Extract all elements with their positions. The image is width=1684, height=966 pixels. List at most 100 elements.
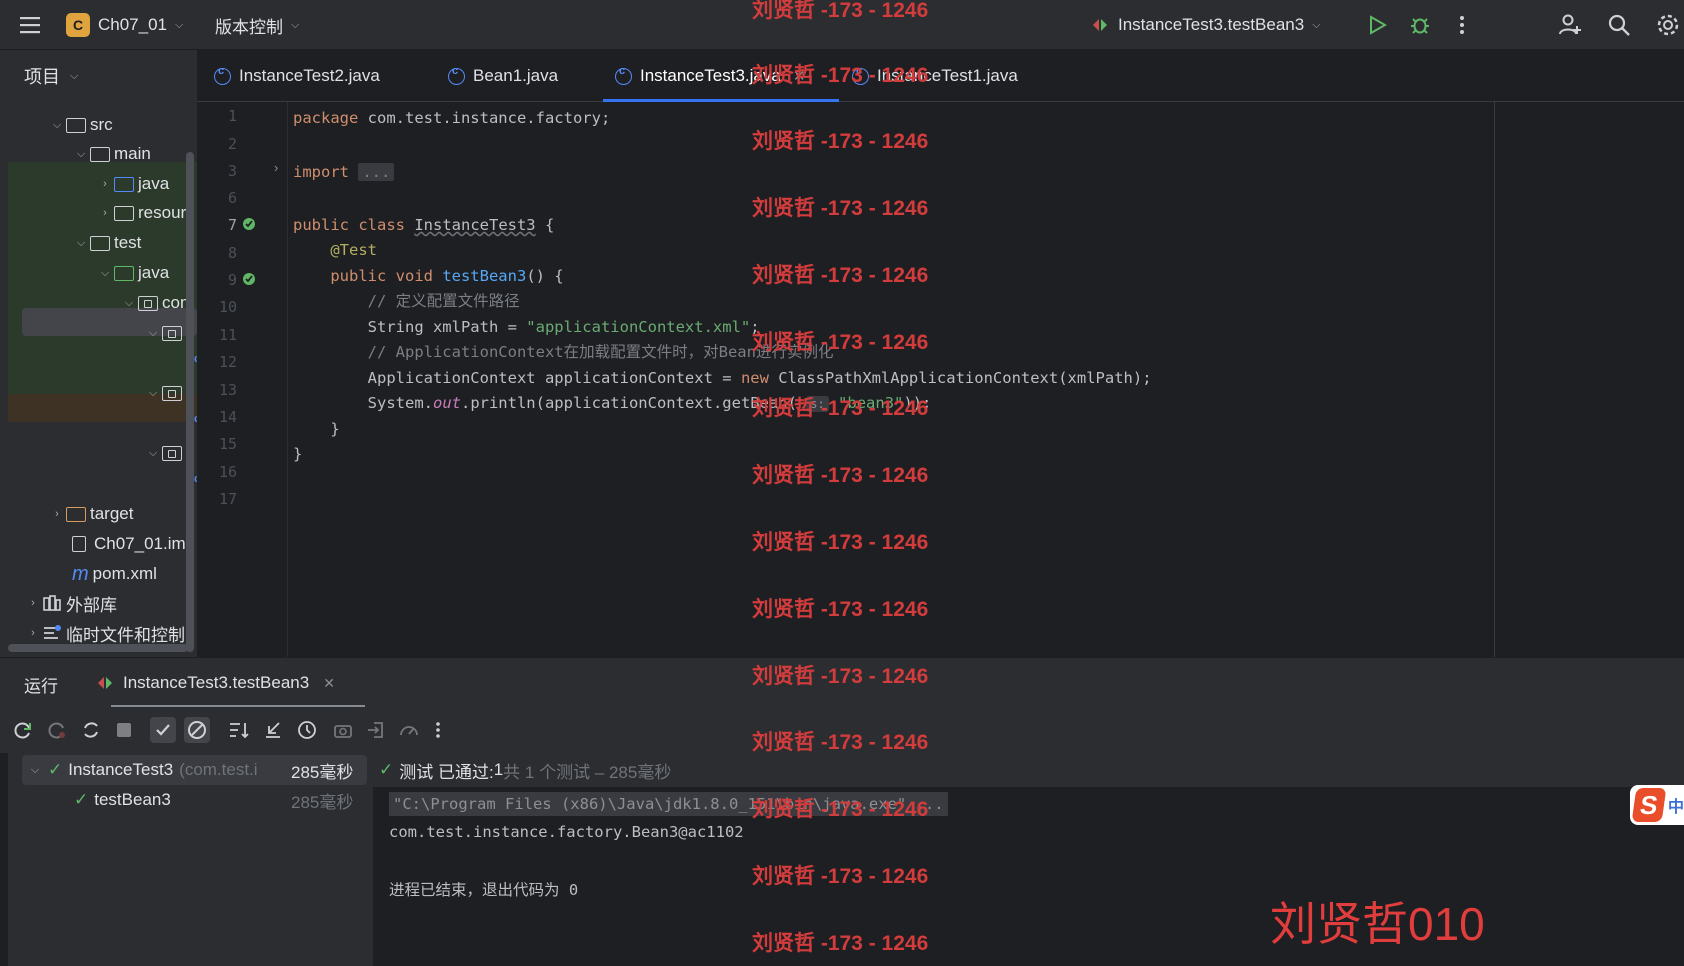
rerun-button[interactable]: [10, 717, 36, 743]
close-tab-icon[interactable]: ✕: [323, 675, 335, 692]
close-tab-icon[interactable]: ✕: [793, 67, 806, 85]
more-actions-button[interactable]: [1448, 11, 1476, 39]
tree-item-com[interactable]: ⌵ com: [0, 288, 197, 318]
sort-button[interactable]: [226, 717, 252, 743]
tab-label: InstanceTest1.java: [877, 66, 1018, 85]
ignored-icon: [188, 721, 206, 739]
project-tree-hscrollbar[interactable]: [8, 644, 188, 652]
run-button[interactable]: [1363, 11, 1391, 39]
test-node-testbean3[interactable]: ✓ testBean3: [74, 785, 171, 815]
class-icon: [615, 65, 632, 85]
chevron-right-icon: ›: [55, 508, 59, 520]
show-passed-toggle[interactable]: [150, 717, 176, 743]
rerun-failed-button[interactable]: [44, 717, 70, 743]
search-icon: [1608, 14, 1630, 36]
project-tree-scrollbar[interactable]: [186, 152, 194, 652]
console-exit-line: 进程已结束，退出代码为 0: [389, 881, 579, 899]
line-number: 8: [227, 244, 237, 262]
watermark-large: 刘贤哲010: [1270, 898, 1485, 950]
tree-item-test-java[interactable]: ⌵ java: [0, 258, 197, 288]
project-badge: C: [66, 13, 90, 37]
tree-item-package-f[interactable]: ⌵ f: [0, 378, 197, 408]
run-config-selector[interactable]: InstanceTest3.testBean3 ⌵: [1090, 0, 1321, 50]
tree-item-resources[interactable]: › resour: [0, 198, 197, 228]
toggle-auto-test-button[interactable]: [78, 717, 104, 743]
more-run-actions-button[interactable]: [425, 717, 451, 743]
tree-item-main[interactable]: ⌵ main: [0, 139, 197, 169]
tab-label: Bean1.java: [473, 66, 559, 85]
stop-icon: [117, 723, 131, 737]
tree-item-class-1[interactable]: [0, 349, 200, 379]
code-editor[interactable]: package com.test.instance.factory; impor…: [288, 102, 1684, 657]
tab-instancetest3[interactable]: InstanceTest3.java ✕: [615, 50, 805, 102]
line-number: 10: [218, 298, 237, 316]
project-panel-header[interactable]: 项目 ⌵: [0, 50, 197, 102]
right-margin-guide: [1494, 102, 1495, 657]
run-tab-instancetest3[interactable]: InstanceTest3.testBean3 ✕: [95, 658, 335, 708]
tree-item-main-java[interactable]: › java: [0, 169, 197, 199]
code-line-8: @Test: [330, 241, 377, 259]
tree-item-label: main: [114, 144, 151, 163]
package-icon: [138, 295, 158, 311]
test-class-name: InstanceTest3: [68, 760, 174, 779]
line-number: 17: [218, 490, 237, 508]
add-user-button[interactable]: [1556, 11, 1584, 39]
scratches-icon: [44, 625, 61, 639]
resources-folder-icon: [114, 205, 134, 221]
main-menu-button[interactable]: [18, 0, 42, 50]
line-number: 11: [218, 326, 237, 344]
test-history-button[interactable]: [294, 717, 320, 743]
code-line-15: }: [330, 420, 340, 438]
tab-instancetest1[interactable]: InstanceTest1.java: [852, 50, 1018, 102]
search-button[interactable]: [1605, 11, 1633, 39]
fold-expand-icon[interactable]: ›: [274, 160, 278, 175]
tab-label: InstanceTest2.java: [239, 66, 380, 85]
console-cmd-line[interactable]: "C:\Program Files (x86)\Java\jdk1.8.0_15…: [389, 792, 948, 816]
coverage-button[interactable]: [396, 717, 422, 743]
tree-item-label: 外部库: [66, 595, 117, 615]
test-folder-icon: [114, 265, 134, 281]
tree-item-package-s[interactable]: ⌵ s: [0, 438, 197, 468]
line-number: 2: [227, 135, 237, 153]
vcs-menu[interactable]: 版本控制 ⌵: [215, 0, 299, 50]
collapse-all-button[interactable]: [260, 717, 286, 743]
folded-imports[interactable]: ...: [358, 163, 395, 181]
run-tab-label: InstanceTest3.testBean3: [123, 673, 310, 692]
debug-button[interactable]: [1406, 11, 1434, 39]
tree-item-class-3[interactable]: [0, 469, 200, 499]
tree-item-external-libs[interactable]: › 外部库: [0, 588, 197, 618]
code-line-12: // ApplicationContext在加载配置文件时，对Bean进行实例化: [367, 343, 834, 361]
import-results-button[interactable]: [363, 717, 389, 743]
tree-item-target[interactable]: › target: [0, 499, 197, 529]
tab-bean1[interactable]: Bean1.java: [448, 50, 558, 102]
tree-item-class-2[interactable]: [0, 409, 200, 439]
excluded-folder-icon: [66, 506, 86, 522]
code-line-3: import ...: [293, 159, 395, 185]
ime-indicator[interactable]: S 中: [1630, 785, 1684, 825]
more-vertical-icon: [1460, 16, 1464, 34]
editor-gutter: [197, 102, 288, 657]
tree-item-label: test: [114, 233, 142, 252]
tab-instancetest2[interactable]: InstanceTest2.java: [214, 50, 380, 102]
run-test-method-gutter-icon[interactable]: [240, 271, 260, 289]
tree-item-iml[interactable]: Ch07_01.iml: [0, 529, 197, 559]
run-test-class-gutter-icon[interactable]: [240, 216, 260, 234]
tree-item-package-c[interactable]: ⌵ c: [0, 318, 197, 348]
chevron-down-icon: ⌵: [175, 18, 184, 31]
project-switcher[interactable]: C Ch07_01 ⌵: [66, 0, 183, 50]
tree-item-test[interactable]: ⌵ test: [0, 228, 197, 258]
chevron-right-icon: ›: [103, 207, 107, 219]
run-tool-title[interactable]: 运行: [24, 672, 58, 697]
chevron-down-icon: ⌵: [148, 446, 158, 459]
tree-item-src[interactable]: ⌵ src: [0, 110, 197, 140]
stop-button[interactable]: [111, 717, 137, 743]
screenshot-button[interactable]: [330, 717, 356, 743]
chevron-right-icon: ›: [31, 627, 35, 639]
chevron-right-icon: ›: [31, 597, 35, 609]
test-node-instancetest3[interactable]: ⌵ ✓ InstanceTest3 (com.test.i: [26, 755, 258, 785]
show-ignored-toggle[interactable]: [184, 717, 210, 743]
line-number: 9: [227, 271, 237, 289]
settings-button[interactable]: [1654, 11, 1682, 39]
ime-language: 中: [1667, 799, 1684, 816]
tree-item-pom[interactable]: m pom.xml: [0, 559, 197, 589]
